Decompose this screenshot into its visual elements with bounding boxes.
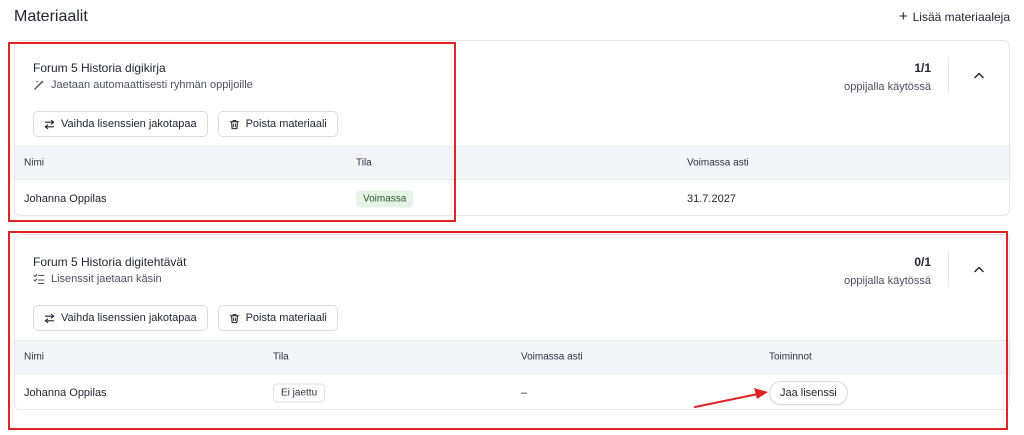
student-name: Johanna Oppilas: [24, 386, 107, 399]
change-distribution-label: Vaihda lisenssien jakotapaa: [61, 118, 197, 130]
magic-wand-icon: [34, 80, 44, 90]
swap-icon: [44, 119, 55, 129]
chevron-up-icon: [974, 72, 984, 79]
table-row: Johanna Oppilas Voimassa 31.7.2027: [15, 180, 1009, 215]
usage-count-label: oppijalla käytössä: [844, 81, 931, 93]
status-badge: Ei jaettu: [273, 383, 326, 402]
material-subtitle: Lisenssit jaetaan käsin: [33, 273, 162, 285]
remove-material-button[interactable]: Poista materiaali: [217, 111, 338, 137]
swap-icon: [44, 313, 55, 323]
column-header-valid-until: Voimassa asti: [687, 157, 749, 169]
usage-count: 1/1 oppijalla käytössä: [844, 61, 931, 93]
change-distribution-button[interactable]: Vaihda lisenssien jakotapaa: [33, 305, 208, 331]
usage-count-value: 0/1: [914, 255, 931, 269]
row-actions: Jaa lisenssi: [769, 380, 848, 405]
table-header: Nimi Tila Voimassa asti Toiminnot: [15, 340, 1009, 374]
chevron-up-icon: [974, 266, 984, 273]
usage-count: 0/1 oppijalla käytössä: [844, 255, 931, 287]
trash-icon: [229, 313, 239, 323]
material-actions: Vaihda lisenssien jakotapaa Poista mater…: [33, 111, 338, 137]
material-subtitle-text: Lisenssit jaetaan käsin: [51, 273, 162, 285]
column-header-actions: Toiminnot: [769, 351, 812, 363]
material-actions: Vaihda lisenssien jakotapaa Poista mater…: [33, 305, 338, 331]
add-materials-button[interactable]: + Lisää materiaaleja: [898, 8, 1010, 25]
share-license-button[interactable]: Jaa lisenssi: [769, 380, 848, 405]
material-card-digitehtavat: Forum 5 Historia digitehtävät Lisenssit …: [14, 234, 1010, 410]
remove-material-label: Poista materiaali: [245, 312, 327, 324]
trash-icon: [229, 119, 239, 129]
status-badge-label: Ei jaettu: [273, 383, 326, 402]
material-card-digikirja: Forum 5 Historia digikirja Jaetaan autom…: [14, 40, 1010, 216]
remove-material-label: Poista materiaali: [245, 118, 327, 130]
material-title: Forum 5 Historia digitehtävät: [33, 255, 187, 269]
page-header: Materiaalit + Lisää materiaaleja: [14, 8, 1010, 32]
collapse-button[interactable]: [971, 67, 987, 83]
usage-count-value: 1/1: [914, 61, 931, 75]
valid-until: –: [521, 386, 528, 399]
status-badge: Voimassa: [356, 190, 414, 207]
column-header-status: Tila: [356, 157, 372, 169]
plus-icon: +: [898, 8, 908, 25]
table-header: Nimi Tila Voimassa asti: [15, 146, 1009, 180]
table-row: Johanna Oppilas Ei jaettu – Jaa lisenssi: [15, 374, 1009, 409]
student-name: Johanna Oppilas: [24, 192, 107, 205]
material-title: Forum 5 Historia digikirja: [33, 61, 166, 75]
add-materials-label: Lisää materiaaleja: [912, 10, 1010, 24]
column-header-valid-until: Voimassa asti: [521, 351, 583, 363]
material-subtitle: Jaetaan automaattisesti ryhmän oppijoill…: [33, 79, 253, 91]
divider: [948, 251, 949, 287]
change-distribution-button[interactable]: Vaihda lisenssien jakotapaa: [33, 111, 208, 137]
material-subtitle-text: Jaetaan automaattisesti ryhmän oppijoill…: [51, 79, 253, 91]
change-distribution-label: Vaihda lisenssien jakotapaa: [61, 312, 197, 324]
valid-until: 31.7.2027: [687, 192, 736, 205]
column-header-name: Nimi: [24, 157, 44, 169]
column-header-status: Tila: [273, 351, 289, 363]
page-title: Materiaalit: [14, 8, 88, 25]
collapse-button[interactable]: [971, 261, 987, 277]
column-header-name: Nimi: [24, 351, 44, 363]
status-badge-label: Voimassa: [356, 190, 414, 207]
divider: [948, 57, 949, 93]
remove-material-button[interactable]: Poista materiaali: [217, 305, 338, 331]
usage-count-label: oppijalla käytössä: [844, 275, 931, 287]
checklist-icon: [33, 273, 45, 285]
